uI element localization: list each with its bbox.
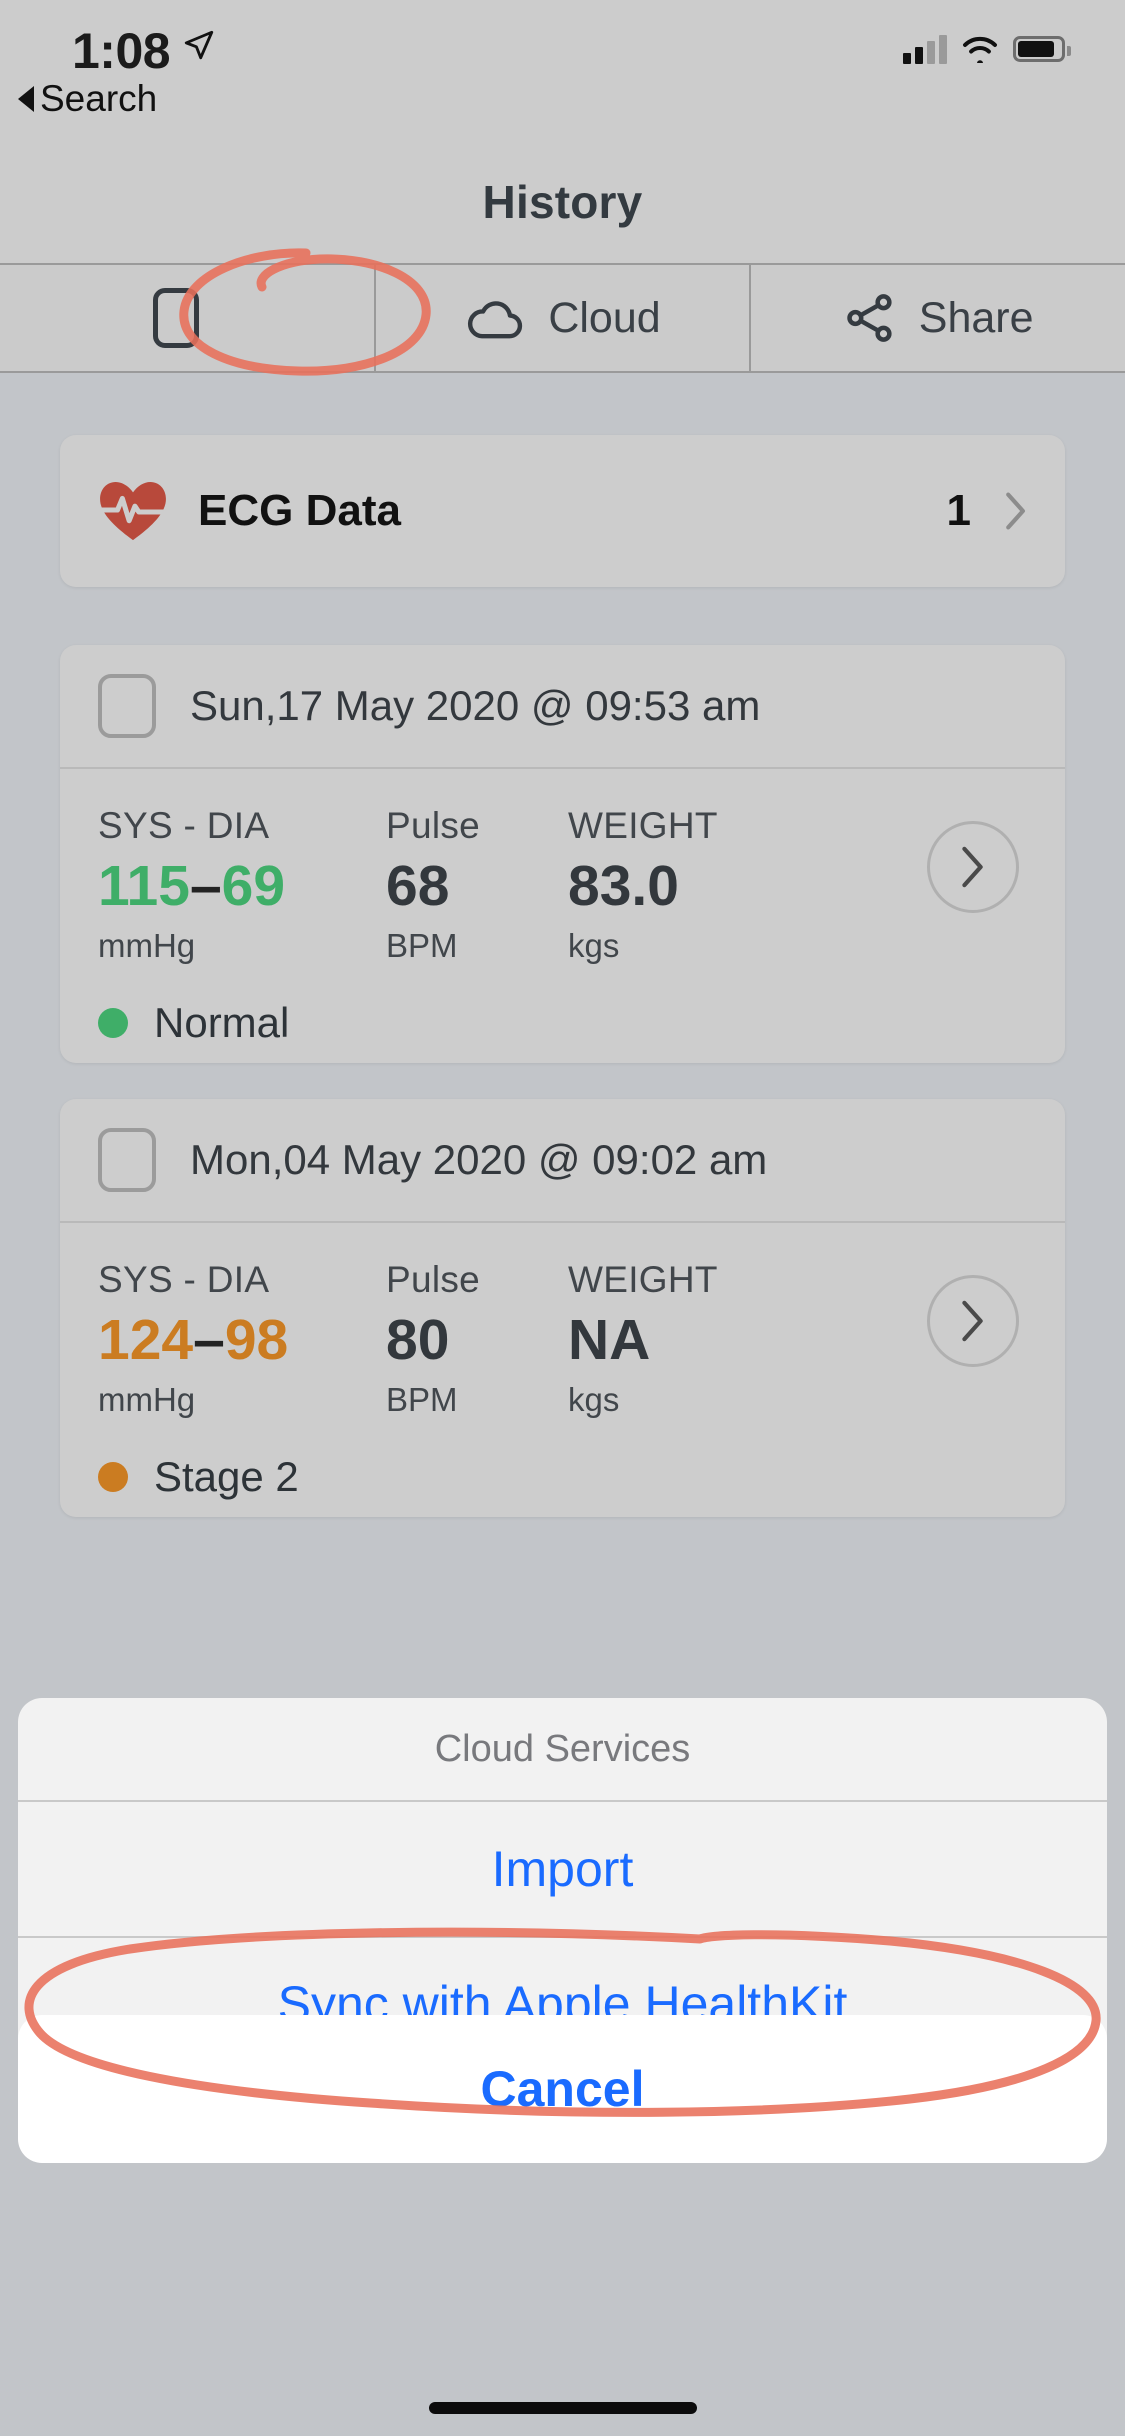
metric-sys-dia-value: 124–98	[98, 1308, 386, 1372]
status-bar-time: 1:08	[72, 23, 171, 79]
ecg-data-label: ECG Data	[198, 486, 401, 535]
metric-pulse-value: 68	[386, 854, 450, 918]
status-badge: Normal	[154, 998, 290, 1046]
toolbar: Cloud Share	[0, 263, 1125, 373]
metric-pulse-title: Pulse	[386, 1259, 481, 1300]
action-sheet-title: Cloud Services	[18, 1698, 1107, 1802]
cellular-bars-icon	[903, 34, 947, 64]
metric-sys-dia: SYS - DIA 115–69 mmHg	[98, 805, 386, 965]
home-indicator	[428, 2402, 697, 2414]
metric-dash: –	[193, 1308, 225, 1372]
reading-card-header: Mon,04 May 2020 @ 09:02 am	[60, 1099, 1065, 1223]
cloud-icon	[468, 301, 523, 339]
reading-detail-button[interactable]	[927, 821, 1019, 913]
toolbar-item-document[interactable]	[0, 265, 374, 371]
toolbar-item-cloud-label: Cloud	[548, 293, 661, 342]
reading-select-checkbox[interactable]	[98, 1128, 156, 1192]
metric-sys-dia: SYS - DIA 124–98 mmHg	[98, 1259, 386, 1419]
metric-sys-dia-unit: mmHg	[98, 926, 196, 964]
ecg-data-row[interactable]: ECG Data 1	[60, 435, 1065, 587]
metric-pulse-unit: BPM	[386, 1380, 458, 1418]
reading-select-checkbox[interactable]	[98, 674, 156, 738]
share-icon	[847, 294, 892, 342]
location-arrow-icon	[184, 30, 214, 60]
battery-icon	[1013, 36, 1071, 62]
reading-metrics: SYS - DIA 124–98 mmHg Pulse 80 BPM WEIGH…	[98, 1259, 1027, 1419]
document-icon	[152, 288, 199, 348]
page-title: History	[482, 176, 643, 228]
action-sheet-item-import[interactable]: Import	[18, 1802, 1107, 1936]
metric-sys-dia-value: 115–69	[98, 854, 386, 918]
back-triangle-icon	[18, 86, 34, 112]
reading-detail-button[interactable]	[927, 1275, 1019, 1367]
reading-card[interactable]: Mon,04 May 2020 @ 09:02 am SYS - DIA 124…	[60, 1099, 1065, 1517]
chevron-right-icon	[962, 846, 983, 888]
toolbar-item-share-label: Share	[918, 293, 1034, 342]
metric-sys-value: 115	[98, 854, 190, 918]
metric-weight-title: WEIGHT	[568, 1259, 718, 1300]
iphone-screen: 1:08 Search History Cloud Share ECG Data…	[0, 0, 1125, 2436]
metric-pulse: Pulse 68 BPM	[386, 805, 568, 965]
status-dot	[98, 1007, 128, 1038]
reading-date: Mon,04 May 2020 @ 09:02 am	[190, 1136, 768, 1183]
reading-card-header: Sun,17 May 2020 @ 09:53 am	[60, 645, 1065, 769]
heart-pulse-icon	[98, 481, 168, 541]
metric-pulse-unit: BPM	[386, 926, 458, 964]
metric-sys-value: 124	[98, 1308, 194, 1372]
metric-weight-unit: kgs	[568, 926, 620, 964]
metric-weight-value: 83.0	[568, 854, 679, 918]
chevron-right-icon	[1006, 492, 1025, 530]
ecg-data-count: 1	[946, 486, 971, 535]
status-dot	[98, 1461, 128, 1492]
toolbar-item-cloud[interactable]: Cloud	[373, 265, 750, 371]
metric-weight-value: NA	[568, 1308, 651, 1372]
metric-sys-dia-title: SYS - DIA	[98, 805, 270, 846]
metric-weight: WEIGHT 83.0 kgs	[568, 805, 828, 965]
metric-dia-value: 69	[221, 854, 286, 918]
back-to-search[interactable]: Search	[18, 78, 157, 120]
reading-status: Normal	[98, 999, 1027, 1047]
action-sheet-cancel-group: Cancel	[18, 2015, 1107, 2163]
reading-card[interactable]: Sun,17 May 2020 @ 09:53 am SYS - DIA 115…	[60, 645, 1065, 1063]
metric-dia-value: 98	[224, 1308, 289, 1372]
metric-pulse: Pulse 80 BPM	[386, 1259, 568, 1419]
metric-sys-dia-title: SYS - DIA	[98, 1259, 270, 1300]
reading-status: Stage 2	[98, 1453, 1027, 1501]
metric-pulse-value: 80	[386, 1308, 450, 1372]
toolbar-item-share[interactable]: Share	[749, 265, 1125, 371]
back-to-search-label: Search	[40, 78, 158, 119]
reading-date: Sun,17 May 2020 @ 09:53 am	[190, 682, 761, 729]
metric-weight-title: WEIGHT	[568, 805, 718, 846]
cancel-button[interactable]: Cancel	[18, 2015, 1107, 2163]
wifi-icon	[963, 36, 997, 63]
metric-dash: –	[189, 854, 222, 918]
metric-sys-dia-unit: mmHg	[98, 1380, 196, 1418]
metric-weight: WEIGHT NA kgs	[568, 1259, 828, 1419]
metric-weight-unit: kgs	[568, 1380, 620, 1418]
chevron-right-icon	[962, 1300, 983, 1342]
status-bar: 1:08	[0, 0, 1125, 132]
status-badge: Stage 2	[154, 1452, 299, 1500]
reading-metrics: SYS - DIA 115–69 mmHg Pulse 68 BPM WEIGH…	[98, 805, 1027, 965]
status-bar-indicators	[903, 34, 1071, 64]
metric-pulse-title: Pulse	[386, 805, 481, 846]
